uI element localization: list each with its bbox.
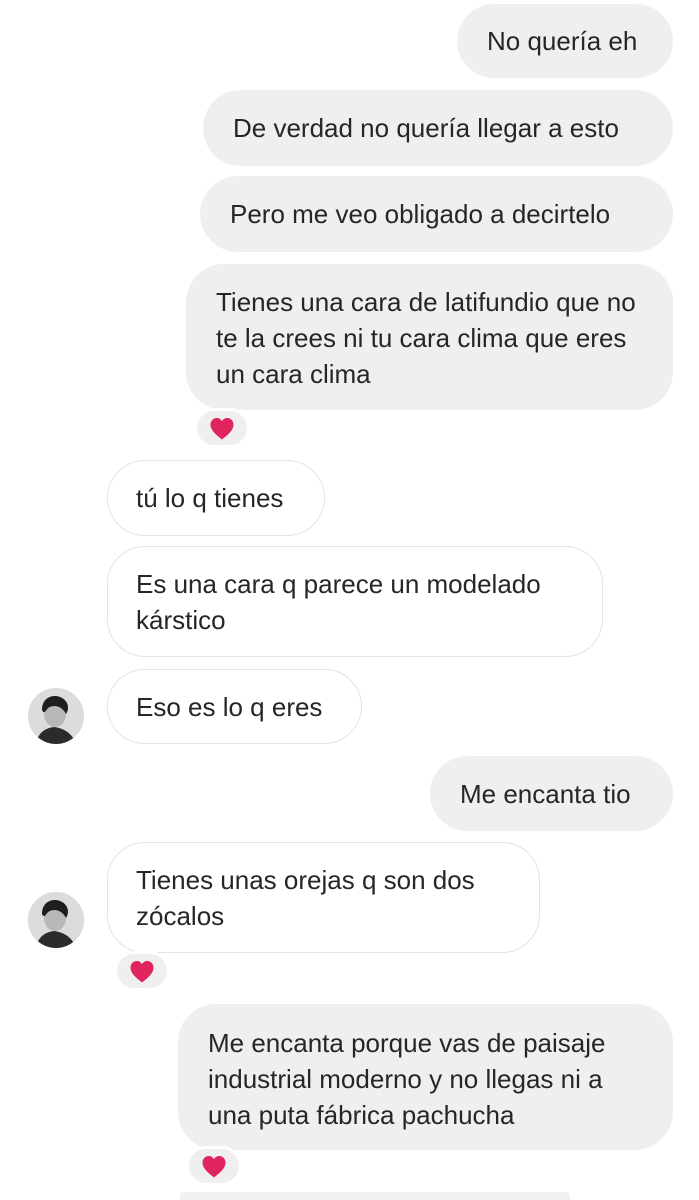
heart-icon [202,1155,226,1177]
heart-icon [210,417,234,439]
message-bubble-sent[interactable]: Pero me veo obligado a decirtelo [200,176,673,252]
avatar[interactable] [28,892,84,948]
message-bubble-sent[interactable]: Me encanta porque vas de paisaje industr… [178,1004,673,1150]
heart-icon [130,960,154,982]
reaction-badge[interactable] [186,1146,242,1186]
avatar[interactable] [28,688,84,744]
message-text: Tienes unas orejas q son dos zócalos [136,865,475,931]
reaction-badge[interactable] [114,951,170,991]
message-text: Me encanta porque vas de paisaje industr… [208,1028,606,1130]
message-text: tú lo q tienes [136,483,284,513]
message-bubble-received[interactable]: tú lo q tienes [107,460,325,536]
message-bubble-sent[interactable]: De verdad no quería llegar a esto [203,90,673,166]
message-bubble-sent[interactable]: Me encanta tio [430,756,673,831]
message-bubble-received[interactable]: Eso es lo q eres [107,669,362,744]
message-text: Es una cara q parece un modelado kárstic… [136,569,541,635]
message-bubble-sent[interactable]: Tienes una cara de latifundio que no te … [186,264,673,410]
message-bubble-received[interactable]: Tienes unas orejas q son dos zócalos [107,842,540,953]
reaction-badge[interactable] [194,408,250,448]
message-text: Pero me veo obligado a decirtelo [230,199,611,229]
message-text: Me encanta tio [460,778,631,809]
message-bubble-received[interactable]: Es una cara q parece un modelado kárstic… [107,546,603,657]
next-message-edge [180,1192,570,1200]
message-text: No quería eh [487,26,638,56]
message-text: De verdad no quería llegar a esto [233,113,619,143]
message-text: Tienes una cara de latifundio que no te … [216,287,636,389]
message-bubble-sent[interactable]: No quería eh [457,4,673,78]
message-text: Eso es lo q eres [136,691,323,722]
